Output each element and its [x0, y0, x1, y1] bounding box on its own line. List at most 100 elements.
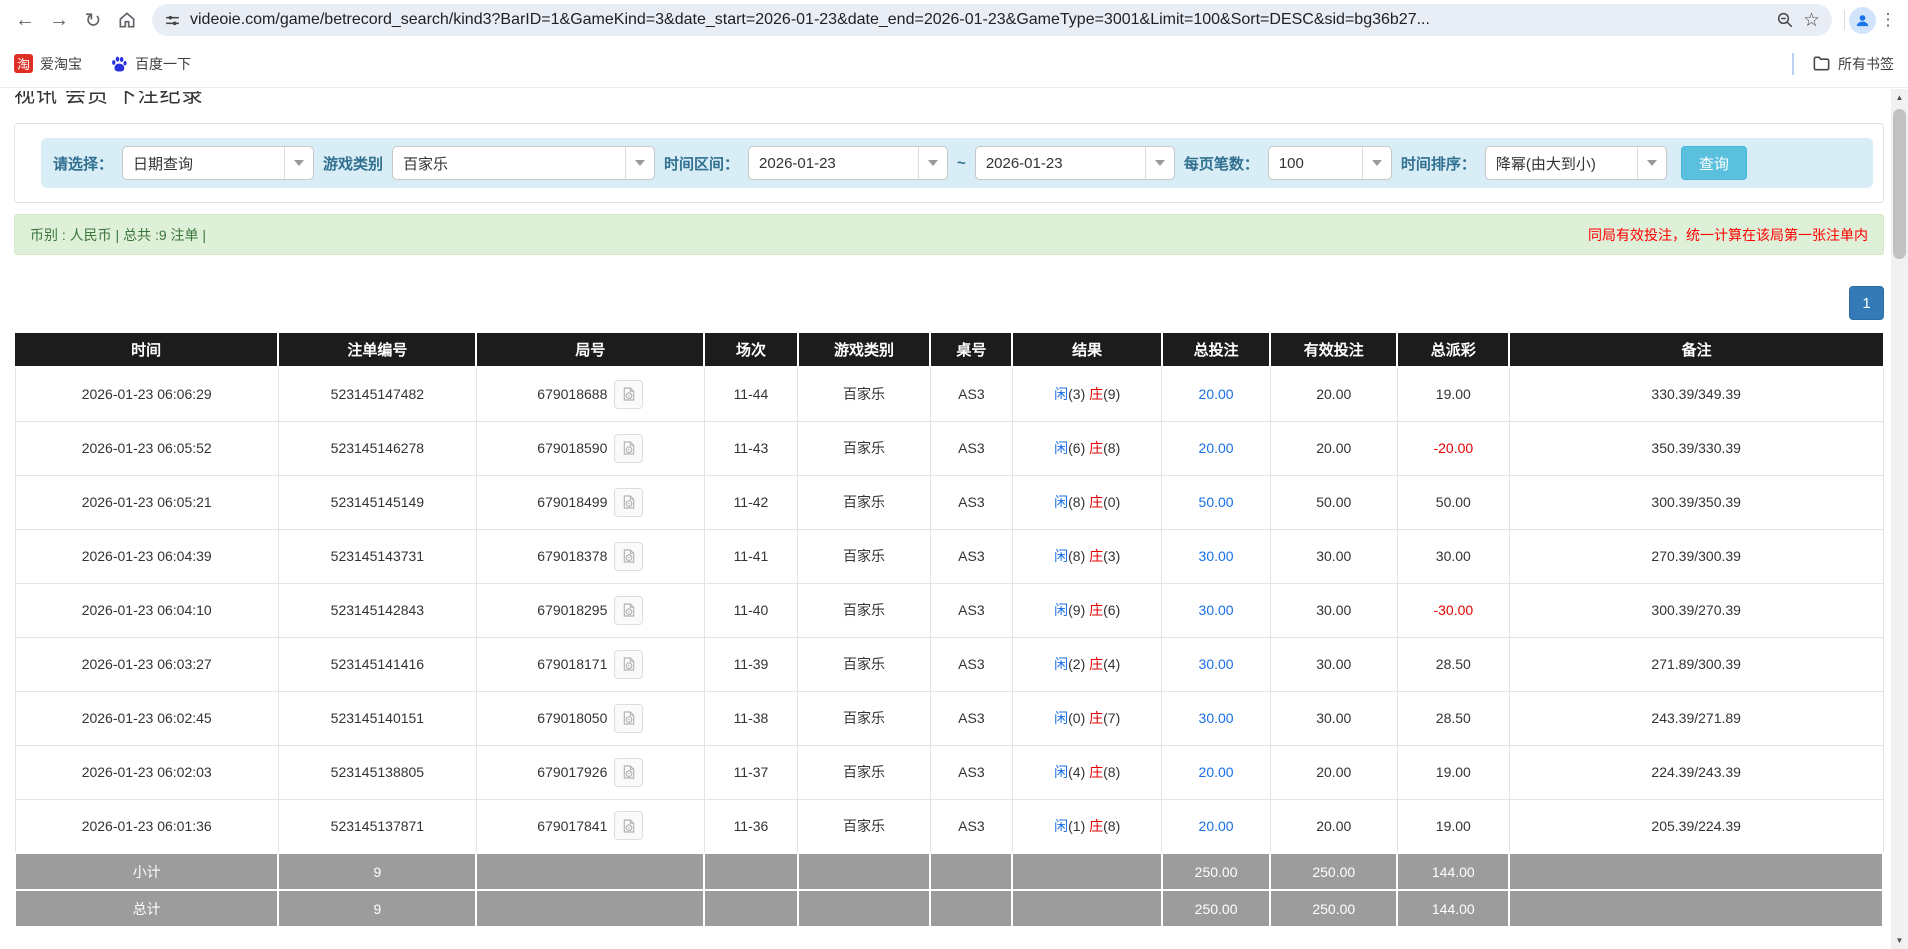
- cell-session: 11-43: [704, 421, 797, 475]
- result-player: 闲: [1054, 440, 1068, 456]
- cell-time: 2026-01-23 06:04:10: [15, 583, 278, 637]
- bookmark-baidu[interactable]: 百度一下: [110, 54, 191, 74]
- per-page-select[interactable]: 100: [1268, 146, 1392, 180]
- cell-round-id: 679018171: [476, 637, 704, 691]
- table-row: 2026-01-23 06:01:36 523145137871 6790178…: [15, 799, 1883, 853]
- page-content: 视讯 会员 下注纪录 请选择： 日期查询 游戏类别 百家乐 时间区间： 2026…: [0, 91, 1908, 928]
- page-scrollbar[interactable]: ▲ ▼: [1891, 89, 1908, 949]
- video-replay-icon[interactable]: [614, 434, 643, 463]
- column-header: 游戏类别: [798, 333, 931, 367]
- cell-result: 闲(8) 庄(3): [1012, 529, 1161, 583]
- video-replay-icon[interactable]: [614, 758, 643, 787]
- bookmark-taobao[interactable]: 淘 爱淘宝: [14, 54, 82, 74]
- video-replay-icon[interactable]: [614, 596, 643, 625]
- cell-bet-id: 523145141416: [278, 637, 476, 691]
- cell-session: 11-42: [704, 475, 797, 529]
- summary-total-bet: 250.00: [1162, 890, 1270, 927]
- result-banker: 庄: [1089, 494, 1103, 510]
- cell-time: 2026-01-23 06:05:52: [15, 421, 278, 475]
- chevron-down-icon: [284, 147, 313, 179]
- back-icon[interactable]: ←: [8, 3, 42, 37]
- cell-session: 11-36: [704, 799, 797, 853]
- cell-result: 闲(9) 庄(6): [1012, 583, 1161, 637]
- round-id-text: 679018499: [537, 494, 607, 510]
- result-banker: 庄: [1089, 764, 1103, 780]
- cell-game-type: 百家乐: [798, 367, 931, 421]
- query-type-select[interactable]: 日期查询: [122, 146, 314, 180]
- cell-total-bet: 30.00: [1162, 529, 1270, 583]
- summary-label: 小计: [15, 853, 278, 890]
- cell-result: 闲(1) 庄(8): [1012, 799, 1161, 853]
- cell-round-id: 679017926: [476, 745, 704, 799]
- result-player: 闲: [1054, 656, 1068, 672]
- reload-icon[interactable]: ↻: [76, 3, 110, 37]
- table-row: 2026-01-23 06:05:21 523145145149 6790184…: [15, 475, 1883, 529]
- video-replay-icon[interactable]: [614, 542, 643, 571]
- game-type-select[interactable]: 百家乐: [392, 146, 655, 180]
- scrollbar-thumb[interactable]: [1893, 109, 1906, 259]
- cell-table-id: AS3: [930, 529, 1012, 583]
- video-replay-icon[interactable]: [614, 380, 643, 409]
- page-title: 视讯 会员 下注纪录: [14, 91, 1884, 112]
- cell-session: 11-37: [704, 745, 797, 799]
- all-bookmarks-button[interactable]: 所有书签: [1812, 54, 1894, 74]
- cell-valid-bet: 30.00: [1270, 691, 1397, 745]
- table-footer: 小计 9 250.00 250.00 144.00 总计 9 250.00 25…: [15, 853, 1883, 927]
- date-start-input[interactable]: 2026-01-23: [748, 146, 948, 180]
- toolbar-divider: [1844, 10, 1845, 30]
- summary-count: 9: [278, 890, 476, 927]
- bookmark-star-icon[interactable]: ☆: [1803, 9, 1820, 32]
- url-bar[interactable]: videoie.com/game/betrecord_search/kind3?…: [152, 4, 1832, 36]
- cell-time: 2026-01-23 06:02:45: [15, 691, 278, 745]
- bet-records-table: 时间注单编号局号场次游戏类别桌号结果总投注有效投注总派彩备注 2026-01-2…: [14, 333, 1884, 928]
- cell-payout: 30.00: [1397, 529, 1509, 583]
- video-replay-icon[interactable]: [614, 811, 643, 840]
- round-id-text: 679018171: [537, 656, 607, 672]
- cell-round-id: 679017841: [476, 799, 704, 853]
- date-end-input[interactable]: 2026-01-23: [975, 146, 1175, 180]
- chevron-down-icon: [1637, 147, 1666, 179]
- scroll-down-icon[interactable]: ▼: [1891, 932, 1908, 949]
- video-replay-icon[interactable]: [614, 650, 643, 679]
- per-page-label: 每页笔数：: [1184, 153, 1259, 174]
- browser-menu-icon[interactable]: ⋮: [1876, 10, 1900, 30]
- cell-table-id: AS3: [930, 799, 1012, 853]
- summary-valid-bet: 250.00: [1270, 890, 1397, 927]
- cell-total-bet: 20.00: [1162, 799, 1270, 853]
- bookmarks-bar: 淘 爱淘宝 百度一下 所有书签: [0, 40, 1908, 88]
- url-text[interactable]: videoie.com/game/betrecord_search/kind3?…: [190, 11, 1767, 29]
- video-replay-icon[interactable]: [614, 488, 643, 517]
- cell-game-type: 百家乐: [798, 745, 931, 799]
- cell-total-bet: 20.00: [1162, 421, 1270, 475]
- forward-icon[interactable]: →: [42, 3, 76, 37]
- summary-warning-text: 同局有效投注，统一计算在该局第一张注单内: [1588, 225, 1868, 245]
- round-id-text: 679018688: [537, 386, 607, 402]
- column-header: 场次: [704, 333, 797, 367]
- cell-payout: -20.00: [1397, 421, 1509, 475]
- result-player: 闲: [1054, 764, 1068, 780]
- home-icon[interactable]: [110, 3, 144, 37]
- cell-note: 270.39/300.39: [1509, 529, 1883, 583]
- cell-total-bet: 50.00: [1162, 475, 1270, 529]
- site-settings-icon[interactable]: [164, 12, 181, 29]
- result-player: 闲: [1054, 548, 1068, 564]
- scroll-up-icon[interactable]: ▲: [1891, 89, 1908, 106]
- search-button[interactable]: 查询: [1681, 146, 1747, 180]
- cell-session: 11-38: [704, 691, 797, 745]
- result-player: 闲: [1054, 494, 1068, 510]
- zoom-icon[interactable]: [1776, 11, 1794, 29]
- profile-avatar[interactable]: [1849, 7, 1876, 34]
- page-1-button[interactable]: 1: [1849, 286, 1884, 320]
- summary-payout: 144.00: [1397, 890, 1509, 927]
- round-id-text: 679017841: [537, 818, 607, 834]
- all-bookmarks-label: 所有书签: [1838, 54, 1894, 74]
- video-replay-icon[interactable]: [614, 704, 643, 733]
- cell-table-id: AS3: [930, 421, 1012, 475]
- sort-select[interactable]: 降幂(由大到小): [1485, 146, 1667, 180]
- cell-payout: 19.00: [1397, 745, 1509, 799]
- table-header: 时间注单编号局号场次游戏类别桌号结果总投注有效投注总派彩备注: [15, 333, 1883, 367]
- sort-value: 降幂(由大到小): [1486, 147, 1637, 179]
- table-row: 2026-01-23 06:05:52 523145146278 6790185…: [15, 421, 1883, 475]
- cell-session: 11-40: [704, 583, 797, 637]
- cell-game-type: 百家乐: [798, 799, 931, 853]
